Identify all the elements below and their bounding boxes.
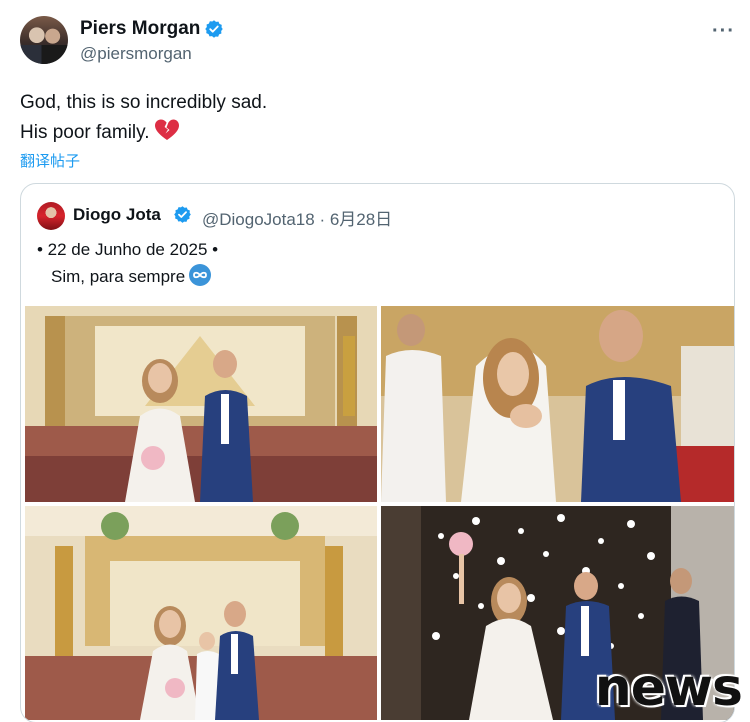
infinity-icon [189, 264, 212, 286]
quoted-verified-badge-icon [174, 206, 191, 223]
quoted-handle-date: @DiogoJota18 · 6月28日 [202, 210, 393, 229]
quoted-display-name: Diogo Jota [73, 205, 161, 224]
author-handle[interactable]: @piersmorgan [80, 44, 192, 64]
more-options-button[interactable]: ··· [712, 20, 735, 43]
author-avatar[interactable] [20, 16, 68, 64]
broken-heart-icon [154, 119, 179, 140]
wedding-photo-altar[interactable] [25, 306, 377, 502]
news-watermark: news [594, 658, 743, 718]
wedding-photo-family[interactable] [25, 506, 377, 720]
translate-post-link[interactable]: 翻译帖子 [20, 150, 80, 171]
author-display-name[interactable]: Piers Morgan [80, 18, 200, 40]
tweet-header: Piers Morgan @piersmorgan ··· [20, 14, 735, 66]
quoted-line-1: • 22 de Junho de 2025 • [37, 240, 219, 259]
tweet-line-2: His poor family. [20, 122, 150, 143]
quoted-tweet-card[interactable]: Diogo Jota @DiogoJota18 · 6月28日 • 22 de … [20, 183, 735, 722]
quoted-line-2-wrap: Sim, para sempre [51, 264, 212, 287]
wedding-photo-ring[interactable] [381, 306, 734, 502]
quoted-line-2: Sim, para sempre [51, 267, 186, 286]
tweet-body: God, this is so incredibly sad. His poor… [20, 88, 267, 148]
verified-badge-icon [205, 20, 223, 38]
quoted-author-avatar [37, 202, 65, 230]
tweet-line-2-wrap: His poor family. [20, 118, 267, 148]
tweet-line-1: God, this is so incredibly sad. [20, 92, 268, 113]
